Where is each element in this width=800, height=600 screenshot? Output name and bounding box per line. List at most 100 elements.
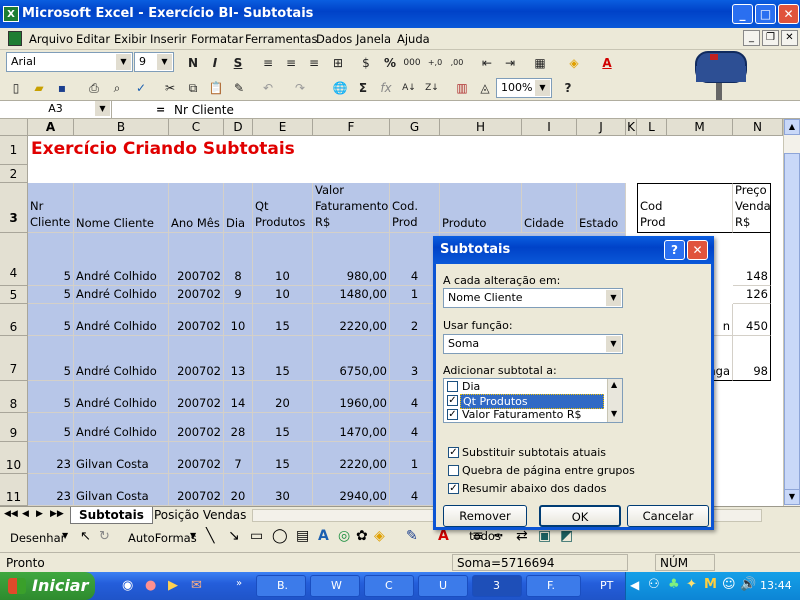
cell-nome-cliente[interactable]: André Colhido	[74, 413, 169, 442]
language-indicator[interactable]: PT	[600, 579, 613, 592]
start-button[interactable]: Iniciar	[0, 572, 95, 600]
chevron-down-icon[interactable]: ▼	[535, 80, 550, 96]
row-header-4[interactable]: 4	[0, 233, 28, 286]
col-header-j[interactable]: J	[577, 119, 626, 136]
zoom-combo[interactable]: 100% ▼	[496, 78, 552, 98]
change-field-select[interactable]: Nome Cliente ▼	[443, 288, 623, 308]
cell-valor[interactable]: 1480,00	[313, 286, 390, 304]
menu-janela[interactable]: Janela	[356, 32, 391, 46]
list-scrollbar[interactable]: ▲ ▼	[607, 379, 622, 422]
cell-preco[interactable]: 98	[733, 336, 771, 381]
cell-qt-produtos[interactable]: 10	[253, 286, 313, 304]
row-header-11[interactable]: 11	[0, 474, 28, 506]
tray-app-icon[interactable]: ✦	[686, 577, 697, 592]
cell-valor[interactable]: 6750,00	[313, 336, 390, 381]
quicklaunch-icon[interactable]: ▶	[168, 578, 178, 593]
chevron-down-icon[interactable]: ▼	[95, 101, 110, 116]
chevron-down-icon[interactable]: ▼	[116, 54, 131, 70]
maximize-button[interactable]: □	[755, 4, 776, 24]
tray-app-icon[interactable]: ♣	[668, 577, 680, 592]
header-ano-mes[interactable]: Ano Mês	[169, 183, 224, 233]
select-all-corner[interactable]	[0, 119, 28, 136]
currency-icon[interactable]: $	[356, 53, 376, 73]
tab-prev-icon[interactable]: ◀	[22, 509, 29, 519]
tab-subtotais[interactable]: Subtotais	[70, 507, 153, 524]
col-header-l[interactable]: L	[637, 119, 667, 136]
cell-nome-cliente[interactable]: André Colhido	[74, 381, 169, 413]
row-header-5[interactable]: 5	[0, 286, 28, 304]
minimize-button[interactable]: _	[732, 4, 753, 24]
header-estado[interactable]: Estado	[577, 183, 626, 233]
cell-valor[interactable]: 980,00	[313, 233, 390, 286]
cell-preco[interactable]: 148	[733, 233, 771, 286]
network-icon[interactable]: ⚇	[648, 577, 660, 592]
chevron-down-icon[interactable]: ▼	[606, 336, 621, 352]
cell-nr-cliente[interactable]: 5	[28, 413, 74, 442]
cell-nr-cliente[interactable]: 5	[28, 304, 74, 336]
sort-asc-icon[interactable]: A↓	[399, 78, 419, 98]
cell-ano-mes[interactable]: 200702	[169, 233, 224, 286]
header-nome-cliente[interactable]: Nome Cliente	[74, 183, 169, 233]
cell-ano-mes[interactable]: 200702	[169, 304, 224, 336]
header-qt-produtos[interactable]: Qt Produtos	[253, 183, 313, 233]
arrow-style-icon[interactable]: ⇄	[516, 528, 528, 544]
header-cod-prod[interactable]: Cod. Prod	[390, 183, 440, 233]
help-icon[interactable]: ?	[558, 78, 578, 98]
tray-collapse-icon[interactable]: ◀	[630, 578, 639, 592]
cell-dia[interactable]: 13	[224, 336, 253, 381]
volume-icon[interactable]: 🔊	[740, 577, 756, 592]
shadow-icon[interactable]: ▣	[538, 528, 551, 544]
task-button[interactable]: W	[310, 575, 360, 597]
font-color-icon[interactable]: A	[597, 53, 617, 73]
paste-icon[interactable]: 📋	[206, 78, 226, 98]
list-item[interactable]: Dia	[446, 380, 606, 394]
row-header-7[interactable]: 7	[0, 336, 28, 381]
row-header-8[interactable]: 8	[0, 381, 28, 413]
col-header-h[interactable]: H	[440, 119, 522, 136]
chevron-down-icon[interactable]: ▼	[606, 290, 621, 306]
task-button[interactable]: C	[364, 575, 414, 597]
autoshapes-menu[interactable]: AutoFormas	[128, 531, 197, 545]
tray-app-icon[interactable]: M	[704, 577, 717, 592]
cell-qt-produtos[interactable]: 10	[253, 233, 313, 286]
align-center-icon[interactable]: ≡	[281, 53, 301, 73]
cell-qt-produtos[interactable]: 15	[253, 336, 313, 381]
cell-nome-cliente[interactable]: Gilvan Costa	[74, 442, 169, 474]
merge-center-icon[interactable]: ⊞	[328, 53, 348, 73]
cell-valor[interactable]: 2220,00	[313, 304, 390, 336]
col-header-f[interactable]: F	[313, 119, 390, 136]
tab-last-icon[interactable]: ▶▶	[50, 509, 64, 519]
cell-valor[interactable]: 2940,00	[313, 474, 390, 506]
copy-icon[interactable]: ⧉	[183, 78, 203, 98]
cell-nome-cliente[interactable]: André Colhido	[74, 233, 169, 286]
side-header-preco[interactable]: Preço Venda R$	[733, 183, 771, 233]
col-header-c[interactable]: C	[169, 119, 224, 136]
hyperlink-icon[interactable]: 🌐	[330, 78, 350, 98]
cell-dia[interactable]: 14	[224, 381, 253, 413]
formula-input[interactable]: Nr Cliente	[174, 103, 234, 117]
quicklaunch-icon[interactable]: ✉	[191, 578, 202, 593]
scroll-up-icon[interactable]: ▲	[784, 119, 800, 135]
3d-icon[interactable]: ◩	[560, 528, 573, 544]
cell-dia[interactable]: 20	[224, 474, 253, 506]
row-header-3[interactable]: 3	[0, 183, 28, 233]
line-color-icon[interactable]: ✎	[406, 528, 418, 544]
cell-ano-mes[interactable]: 200702	[169, 286, 224, 304]
borders-icon[interactable]: ▦	[530, 53, 550, 73]
menu-editar[interactable]: Editar	[76, 32, 110, 46]
textbox-icon[interactable]: ▤	[296, 528, 309, 544]
cell-dia[interactable]: 28	[224, 413, 253, 442]
draw-menu[interactable]: Desenhar	[10, 531, 65, 545]
tab-posicao-vendas[interactable]: Posição Vendas	[148, 507, 252, 524]
menu-exibir[interactable]: Exibir	[114, 32, 147, 46]
preview-icon[interactable]: ⌕	[107, 78, 127, 98]
header-produto[interactable]: Produto	[440, 183, 522, 233]
cell-nome-cliente[interactable]: André Colhido	[74, 336, 169, 381]
replace-checkbox[interactable]: ✓	[448, 447, 459, 458]
spelling-icon[interactable]: ✓	[131, 78, 151, 98]
row-header-2[interactable]: 2	[0, 165, 28, 183]
sort-desc-icon[interactable]: Z↓	[422, 78, 442, 98]
cancel-button[interactable]: Cancelar	[627, 505, 709, 527]
new-icon[interactable]: ▯	[6, 78, 26, 98]
side-header-blank[interactable]	[667, 183, 733, 233]
